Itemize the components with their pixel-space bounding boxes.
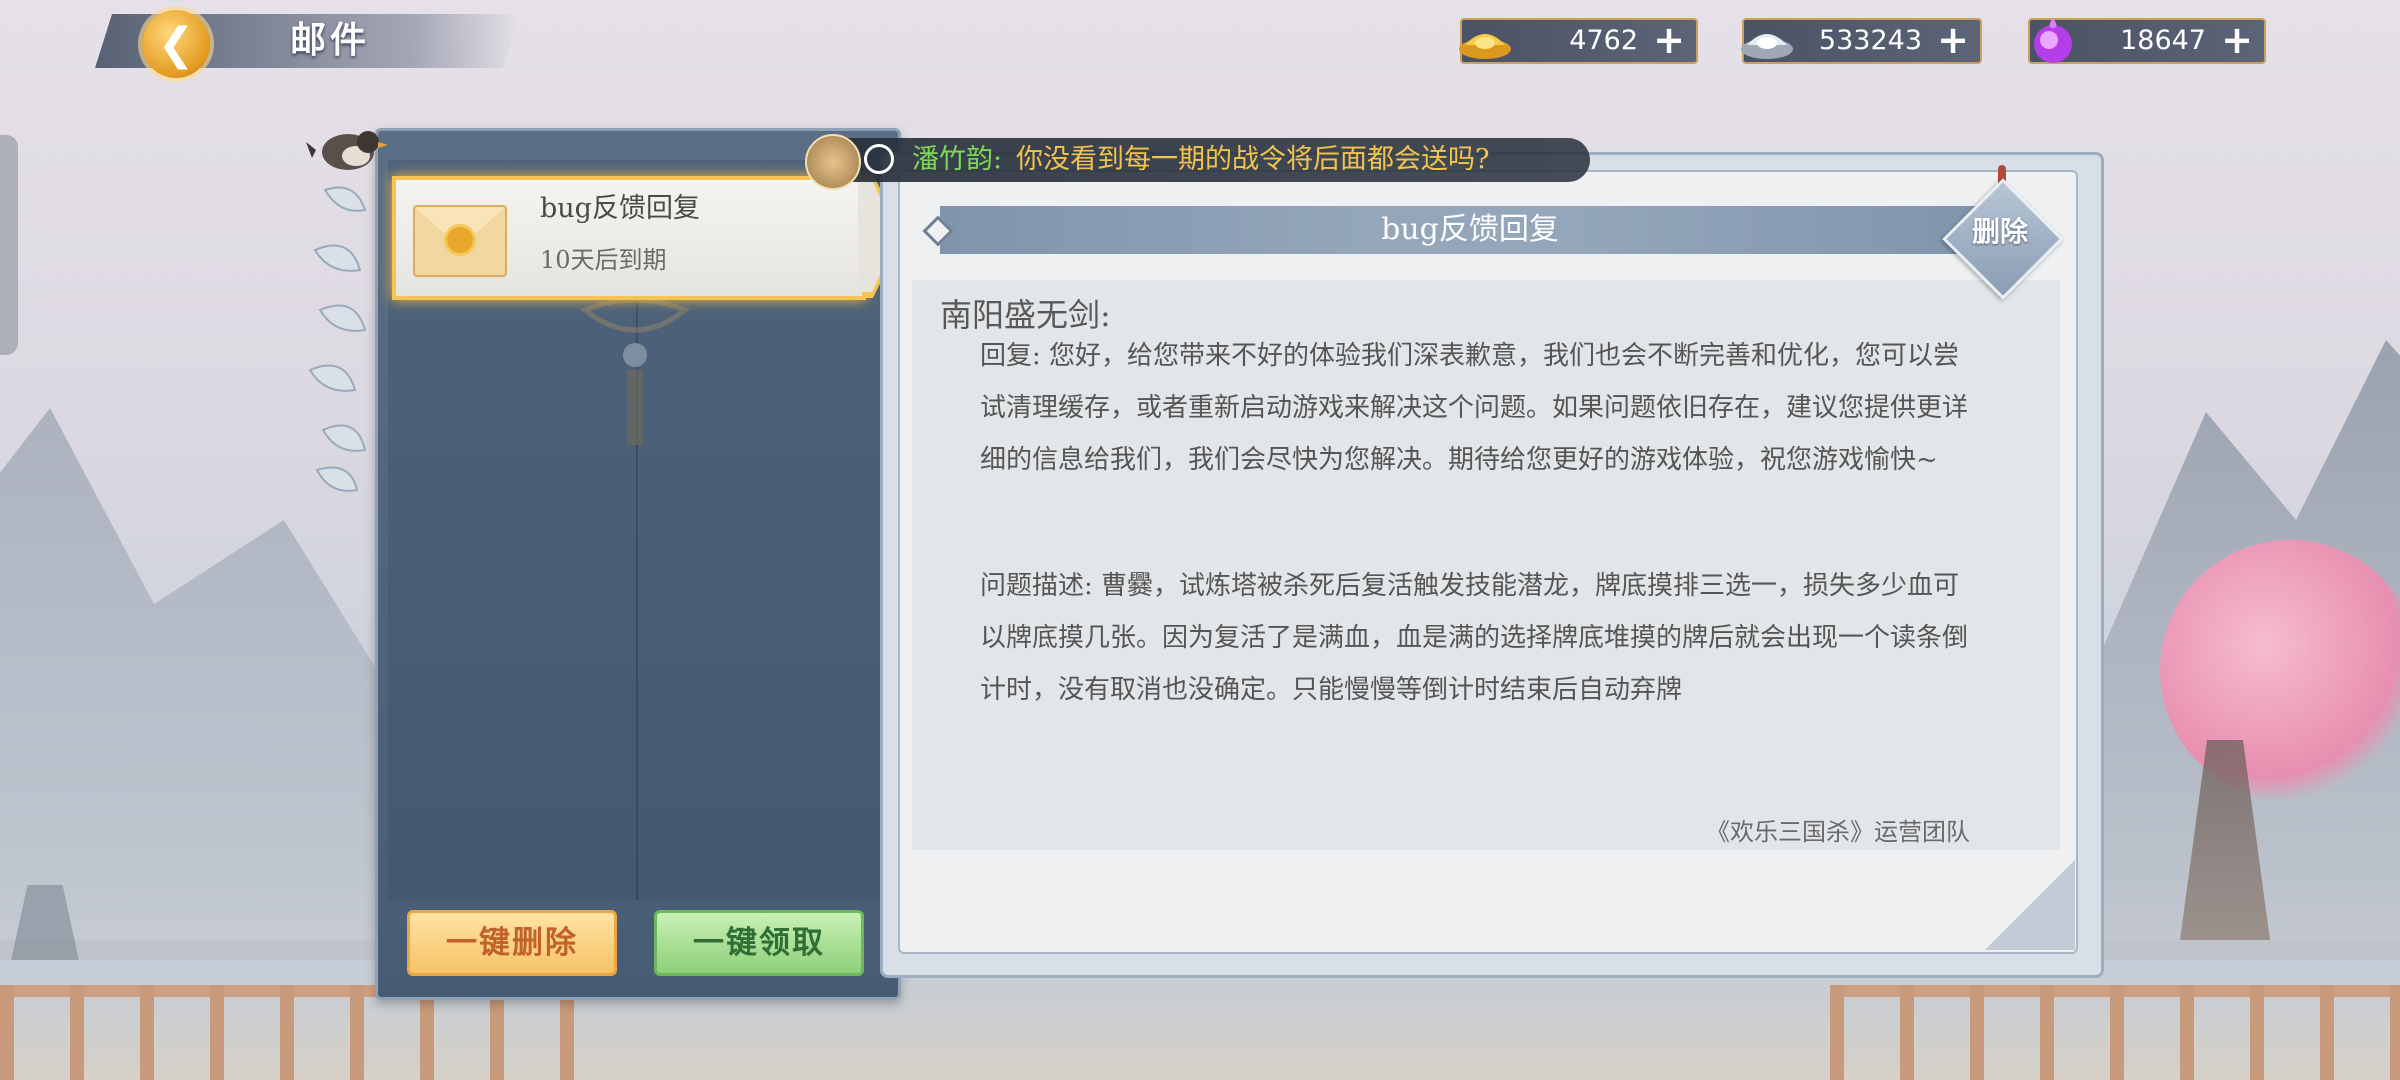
mail-item-expiry: 10天后到期: [540, 246, 667, 274]
page-curl: [1985, 860, 2075, 950]
claim-all-button[interactable]: 一键领取: [654, 910, 864, 976]
railing-right: [1830, 985, 2400, 1080]
silver-value: 533243: [1818, 25, 1922, 56]
currency-gold: 4762 +: [1459, 18, 1698, 64]
envelope-icon: [413, 205, 507, 277]
mail-description-text: 问题描述: 曹爨，试炼塔被杀死后复活触发技能潜龙，牌底摸排三选一，损失多少血可以…: [980, 571, 1969, 705]
back-button[interactable]: ❮: [142, 10, 210, 78]
side-drawer-handle[interactable]: [0, 135, 18, 355]
chat-channel-icon: [864, 144, 894, 174]
gold-value: 4762: [1569, 25, 1638, 56]
mail-reply-text: 回复: 您好，给您带来不好的体验我们深表歉意，我们也会不断完善和优化，您可以尝试…: [980, 341, 1969, 475]
bird-icon: [306, 131, 388, 170]
currency-orb: 18647 +: [2028, 18, 2266, 64]
ticker-message: 你没看到每一期的战令将后面都会送吗?: [1016, 144, 1490, 175]
back-arrow-icon: ❮: [157, 18, 195, 70]
add-silver-button[interactable]: +: [1936, 21, 1970, 59]
currency-silver: 533243 +: [1741, 18, 1982, 64]
orb-value: 18647: [2120, 25, 2206, 56]
silver-ingot-icon: [1736, 10, 1798, 72]
ginkgo-leaves-decoration: [308, 186, 367, 492]
add-gold-button[interactable]: +: [1652, 21, 1686, 59]
purple-orb-icon: [2022, 10, 2084, 72]
mail-detail-title: bug反馈回复: [1381, 212, 1559, 247]
page-title: 邮件: [290, 20, 371, 61]
gold-ingot-icon: [1454, 10, 1516, 72]
mail-signature: 《欢乐三国杀》运营团队: [1706, 818, 1970, 846]
ticker-sender: 潘竹韵:: [912, 144, 1003, 175]
add-orb-button[interactable]: +: [2220, 21, 2254, 59]
vip-badge-icon: [805, 134, 861, 190]
delete-button-label[interactable]: 删除: [1952, 210, 2048, 254]
decorative-knot-icon: [580, 297, 690, 445]
delete-all-button[interactable]: 一键删除: [407, 910, 617, 976]
mail-item-title: bug反馈回复: [540, 193, 700, 224]
